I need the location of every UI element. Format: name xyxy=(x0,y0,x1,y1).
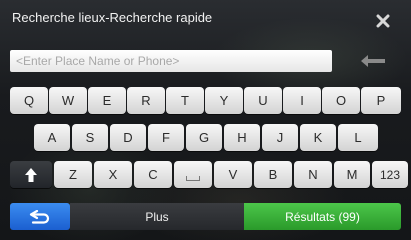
key-i[interactable]: I xyxy=(283,87,321,114)
results-button-label: Résultats (99) xyxy=(285,209,360,224)
key-label: L xyxy=(354,130,362,145)
results-button[interactable]: Résultats (99) xyxy=(244,203,401,230)
key-t[interactable]: T xyxy=(166,87,204,114)
key-w[interactable]: W xyxy=(49,87,87,114)
title-bar: Recherche lieux-Recherche rapide xyxy=(0,0,411,44)
back-arrow-icon xyxy=(29,209,50,224)
key-d[interactable]: D xyxy=(110,124,146,151)
key-label: V xyxy=(228,167,238,182)
key-label: I xyxy=(300,93,304,108)
shift-key[interactable] xyxy=(10,161,52,188)
key-label: F xyxy=(162,130,170,145)
close-icon xyxy=(376,14,390,28)
space-icon xyxy=(186,176,200,181)
search-screen: Recherche lieux-Recherche rapide Q W E R… xyxy=(0,0,411,240)
key-label: B xyxy=(268,167,278,182)
key-s[interactable]: S xyxy=(72,124,108,151)
numbers-key[interactable]: 123 xyxy=(372,161,408,188)
key-label: A xyxy=(47,130,57,145)
close-button[interactable] xyxy=(360,6,406,36)
key-f[interactable]: F xyxy=(148,124,184,151)
search-input[interactable] xyxy=(10,50,332,72)
shift-arrow-icon xyxy=(25,167,37,182)
more-button[interactable]: Plus xyxy=(70,203,244,230)
back-button[interactable] xyxy=(10,203,70,230)
key-h[interactable]: H xyxy=(224,124,260,151)
key-g[interactable]: G xyxy=(186,124,222,151)
key-r[interactable]: R xyxy=(127,87,165,114)
key-label: T xyxy=(181,93,189,108)
key-label: D xyxy=(123,130,133,145)
space-key[interactable] xyxy=(174,161,212,188)
key-a[interactable]: A xyxy=(34,124,70,151)
key-label: X xyxy=(108,167,118,182)
key-v[interactable]: V xyxy=(214,161,252,188)
key-label: N xyxy=(308,167,318,182)
bottom-bar: Plus Résultats (99) xyxy=(0,203,411,233)
more-button-label: Plus xyxy=(145,209,169,224)
key-b[interactable]: B xyxy=(254,161,292,188)
backspace-button[interactable] xyxy=(345,47,401,75)
key-n[interactable]: N xyxy=(294,161,332,188)
key-label: C xyxy=(148,167,158,182)
search-row xyxy=(0,44,411,74)
key-label: 123 xyxy=(379,167,401,182)
key-m[interactable]: M xyxy=(334,161,370,188)
key-x[interactable]: X xyxy=(94,161,132,188)
key-k[interactable]: K xyxy=(300,124,336,151)
key-label: G xyxy=(198,130,210,145)
key-label: R xyxy=(141,93,151,108)
key-label: O xyxy=(335,93,347,108)
key-label: S xyxy=(85,130,95,145)
key-y[interactable]: Y xyxy=(205,87,243,114)
key-label: Q xyxy=(23,93,35,108)
key-label: M xyxy=(346,167,358,182)
key-label: H xyxy=(237,130,247,145)
key-q[interactable]: Q xyxy=(10,87,48,114)
key-z[interactable]: Z xyxy=(54,161,92,188)
page-title: Recherche lieux-Recherche rapide xyxy=(12,10,213,25)
key-p[interactable]: P xyxy=(361,87,401,114)
key-label: W xyxy=(61,93,75,108)
key-label: K xyxy=(313,130,323,145)
key-e[interactable]: E xyxy=(88,87,126,114)
key-label: Z xyxy=(69,167,77,182)
key-label: Y xyxy=(219,93,229,108)
backspace-arrow-icon xyxy=(361,55,385,67)
key-label: J xyxy=(276,130,284,145)
key-j[interactable]: J xyxy=(262,124,298,151)
key-label: P xyxy=(376,93,386,108)
key-o[interactable]: O xyxy=(322,87,360,114)
key-l[interactable]: L xyxy=(338,124,378,151)
key-label: E xyxy=(102,93,112,108)
key-label: U xyxy=(258,93,268,108)
key-c[interactable]: C xyxy=(134,161,172,188)
key-u[interactable]: U xyxy=(244,87,282,114)
